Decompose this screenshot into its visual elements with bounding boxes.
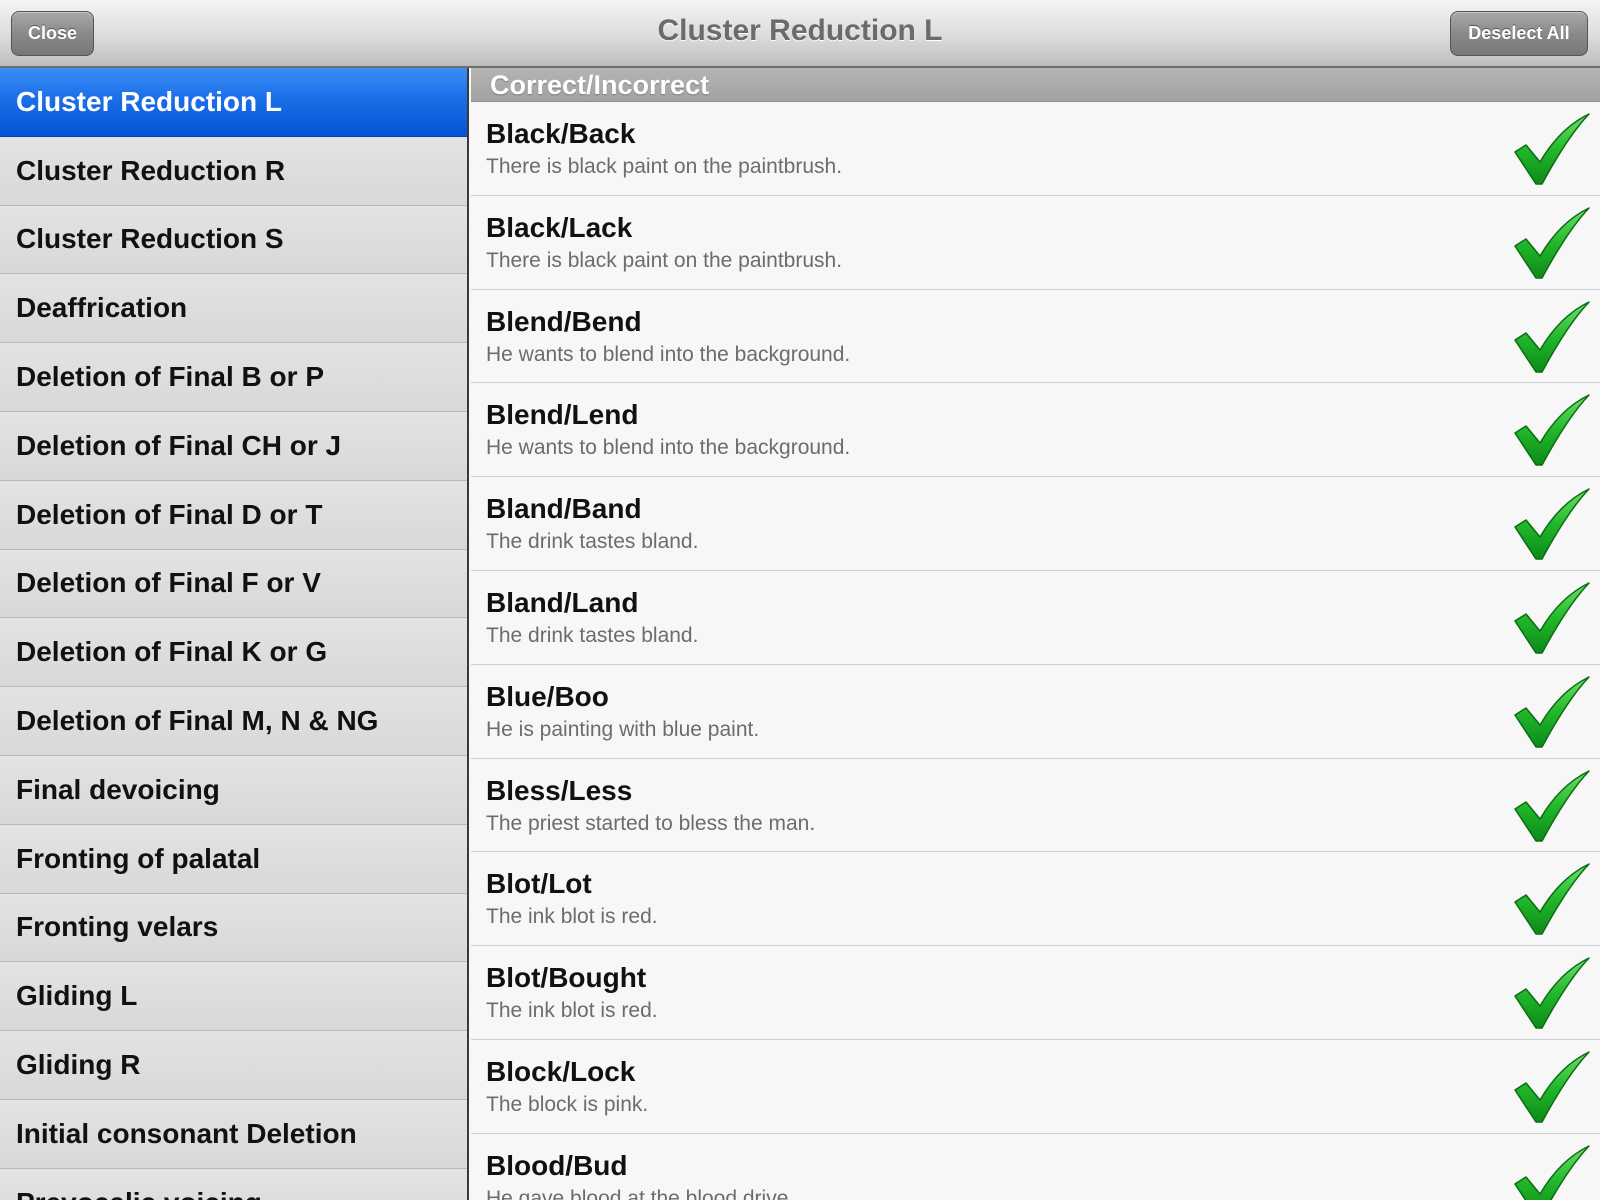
row-title: Blot/Lot xyxy=(486,868,592,900)
table-row[interactable]: Bless/Less The priest started to bless th… xyxy=(471,758,1600,853)
deselect-all-button[interactable]: Deselect All xyxy=(1450,11,1588,56)
sidebar-item-deletion-final-f-v[interactable]: Deletion of Final F or V xyxy=(0,549,467,619)
row-title: Blot/Bought xyxy=(486,962,647,994)
word-pair-list: Correct/Incorrect Black/Back There is bla… xyxy=(471,68,1600,1200)
check-icon[interactable] xyxy=(1512,956,1592,1030)
row-title: Bland/Land xyxy=(486,586,639,618)
sidebar-item-gliding-r[interactable]: Gliding R xyxy=(0,1031,467,1100)
sidebar-item-deletion-final-k-g[interactable]: Deletion of Final K or G xyxy=(0,618,467,688)
row-title: Bland/Band xyxy=(486,493,642,525)
table-row[interactable]: Blend/Lend He wants to blend into the bac… xyxy=(471,383,1600,478)
sidebar-item-deletion-final-ch-j[interactable]: Deletion of Final CH or J xyxy=(0,411,467,481)
table-row[interactable]: Black/Back There is black paint on the pa… xyxy=(471,102,1600,196)
row-title: Black/Lack xyxy=(486,211,633,243)
navigation-bar: Close Cluster Reduction L Deselect All xyxy=(0,0,1600,68)
check-icon[interactable] xyxy=(1512,1144,1592,1200)
sidebar-item-deletion-final-b-p[interactable]: Deletion of Final B or P xyxy=(0,343,467,412)
sidebar-item-fronting-of-palatal[interactable]: Fronting of palatal xyxy=(0,824,467,894)
sidebar-item-deletion-final-d-t[interactable]: Deletion of Final D or T xyxy=(0,480,467,550)
row-subtitle: The drink tastes bland. xyxy=(486,530,699,554)
check-icon[interactable] xyxy=(1512,769,1592,843)
row-subtitle: There is black paint on the paintbrush. xyxy=(486,155,843,178)
check-icon[interactable] xyxy=(1512,206,1592,280)
row-subtitle: The block is pink. xyxy=(486,1092,649,1116)
row-subtitle: The priest started to bless the man. xyxy=(486,811,816,835)
check-icon[interactable] xyxy=(1512,300,1592,374)
check-icon[interactable] xyxy=(1512,675,1592,749)
table-row[interactable]: Blot/Lot The ink blot is red. xyxy=(471,852,1600,947)
sidebar-item-final-devoicing[interactable]: Final devoicing xyxy=(0,755,467,825)
sidebar-item-prevocalic-voicing[interactable]: Prevocalic voicing xyxy=(0,1168,467,1200)
section-header: Correct/Incorrect xyxy=(471,68,1600,102)
row-subtitle: He wants to blend into the background. xyxy=(486,342,851,366)
table-row[interactable]: Bland/Band The drink tastes bland. xyxy=(471,477,1600,571)
rows-container: Black/Back There is black paint on the pa… xyxy=(471,102,1600,1200)
table-row[interactable]: Blot/Bought The ink blot is red. xyxy=(471,946,1600,1040)
page-title: Cluster Reduction L xyxy=(657,14,943,47)
table-row[interactable]: Bland/Land The drink tastes bland. xyxy=(471,570,1600,665)
sidebar: Cluster Reduction L Cluster Reduction R … xyxy=(0,68,469,1200)
row-subtitle: There is black paint on the paintbrush. xyxy=(486,248,843,272)
check-icon[interactable] xyxy=(1512,862,1592,936)
table-row[interactable]: Blue/Boo He is painting with blue paint. xyxy=(471,664,1600,759)
sidebar-item-deletion-final-m-n-ng[interactable]: Deletion of Final M, N & NG xyxy=(0,687,467,756)
sidebar-item-gliding-l[interactable]: Gliding L xyxy=(0,962,467,1032)
row-subtitle: The ink blot is red. xyxy=(486,999,658,1023)
row-subtitle: The ink blot is red. xyxy=(486,905,658,929)
sidebar-item-deaffrication[interactable]: Deaffrication xyxy=(0,274,467,344)
table-row[interactable]: Block/Lock The block is pink. xyxy=(471,1039,1600,1134)
row-subtitle: He is painting with blue paint. xyxy=(486,717,760,741)
check-icon[interactable] xyxy=(1512,487,1592,561)
sidebar-item-cluster-reduction-s[interactable]: Cluster Reduction S xyxy=(0,205,467,275)
table-row[interactable]: Blend/Bend He wants to blend into the bac… xyxy=(471,289,1600,384)
row-title: Blend/Lend xyxy=(486,399,639,431)
row-title: Black/Back xyxy=(486,118,636,149)
row-title: Blend/Bend xyxy=(486,305,642,337)
table-row[interactable]: Blood/Bud He gave blood at the blood driv… xyxy=(471,1133,1600,1200)
table-row[interactable]: Black/Lack There is black paint on the pa… xyxy=(471,195,1600,290)
row-subtitle: The drink tastes bland. xyxy=(486,623,699,647)
check-icon[interactable] xyxy=(1512,112,1592,186)
row-title: Bless/Less xyxy=(486,774,633,806)
sidebar-item-cluster-reduction-l[interactable]: Cluster Reduction L xyxy=(0,68,467,137)
check-icon[interactable] xyxy=(1512,581,1592,655)
check-icon[interactable] xyxy=(1512,393,1592,467)
sidebar-item-cluster-reduction-r[interactable]: Cluster Reduction R xyxy=(0,136,467,206)
row-title: Blood/Bud xyxy=(486,1149,628,1181)
row-title: Block/Lock xyxy=(486,1055,636,1087)
row-subtitle: He wants to blend into the background. xyxy=(486,436,851,460)
row-title: Blue/Boo xyxy=(486,680,609,712)
row-subtitle: He gave blood at the blood drive. xyxy=(486,1186,795,1200)
check-icon[interactable] xyxy=(1512,1050,1592,1124)
sidebar-item-fronting-velars[interactable]: Fronting velars xyxy=(0,893,467,963)
sidebar-item-initial-consonant-deletion[interactable]: Initial consonant Deletion xyxy=(0,1099,467,1169)
